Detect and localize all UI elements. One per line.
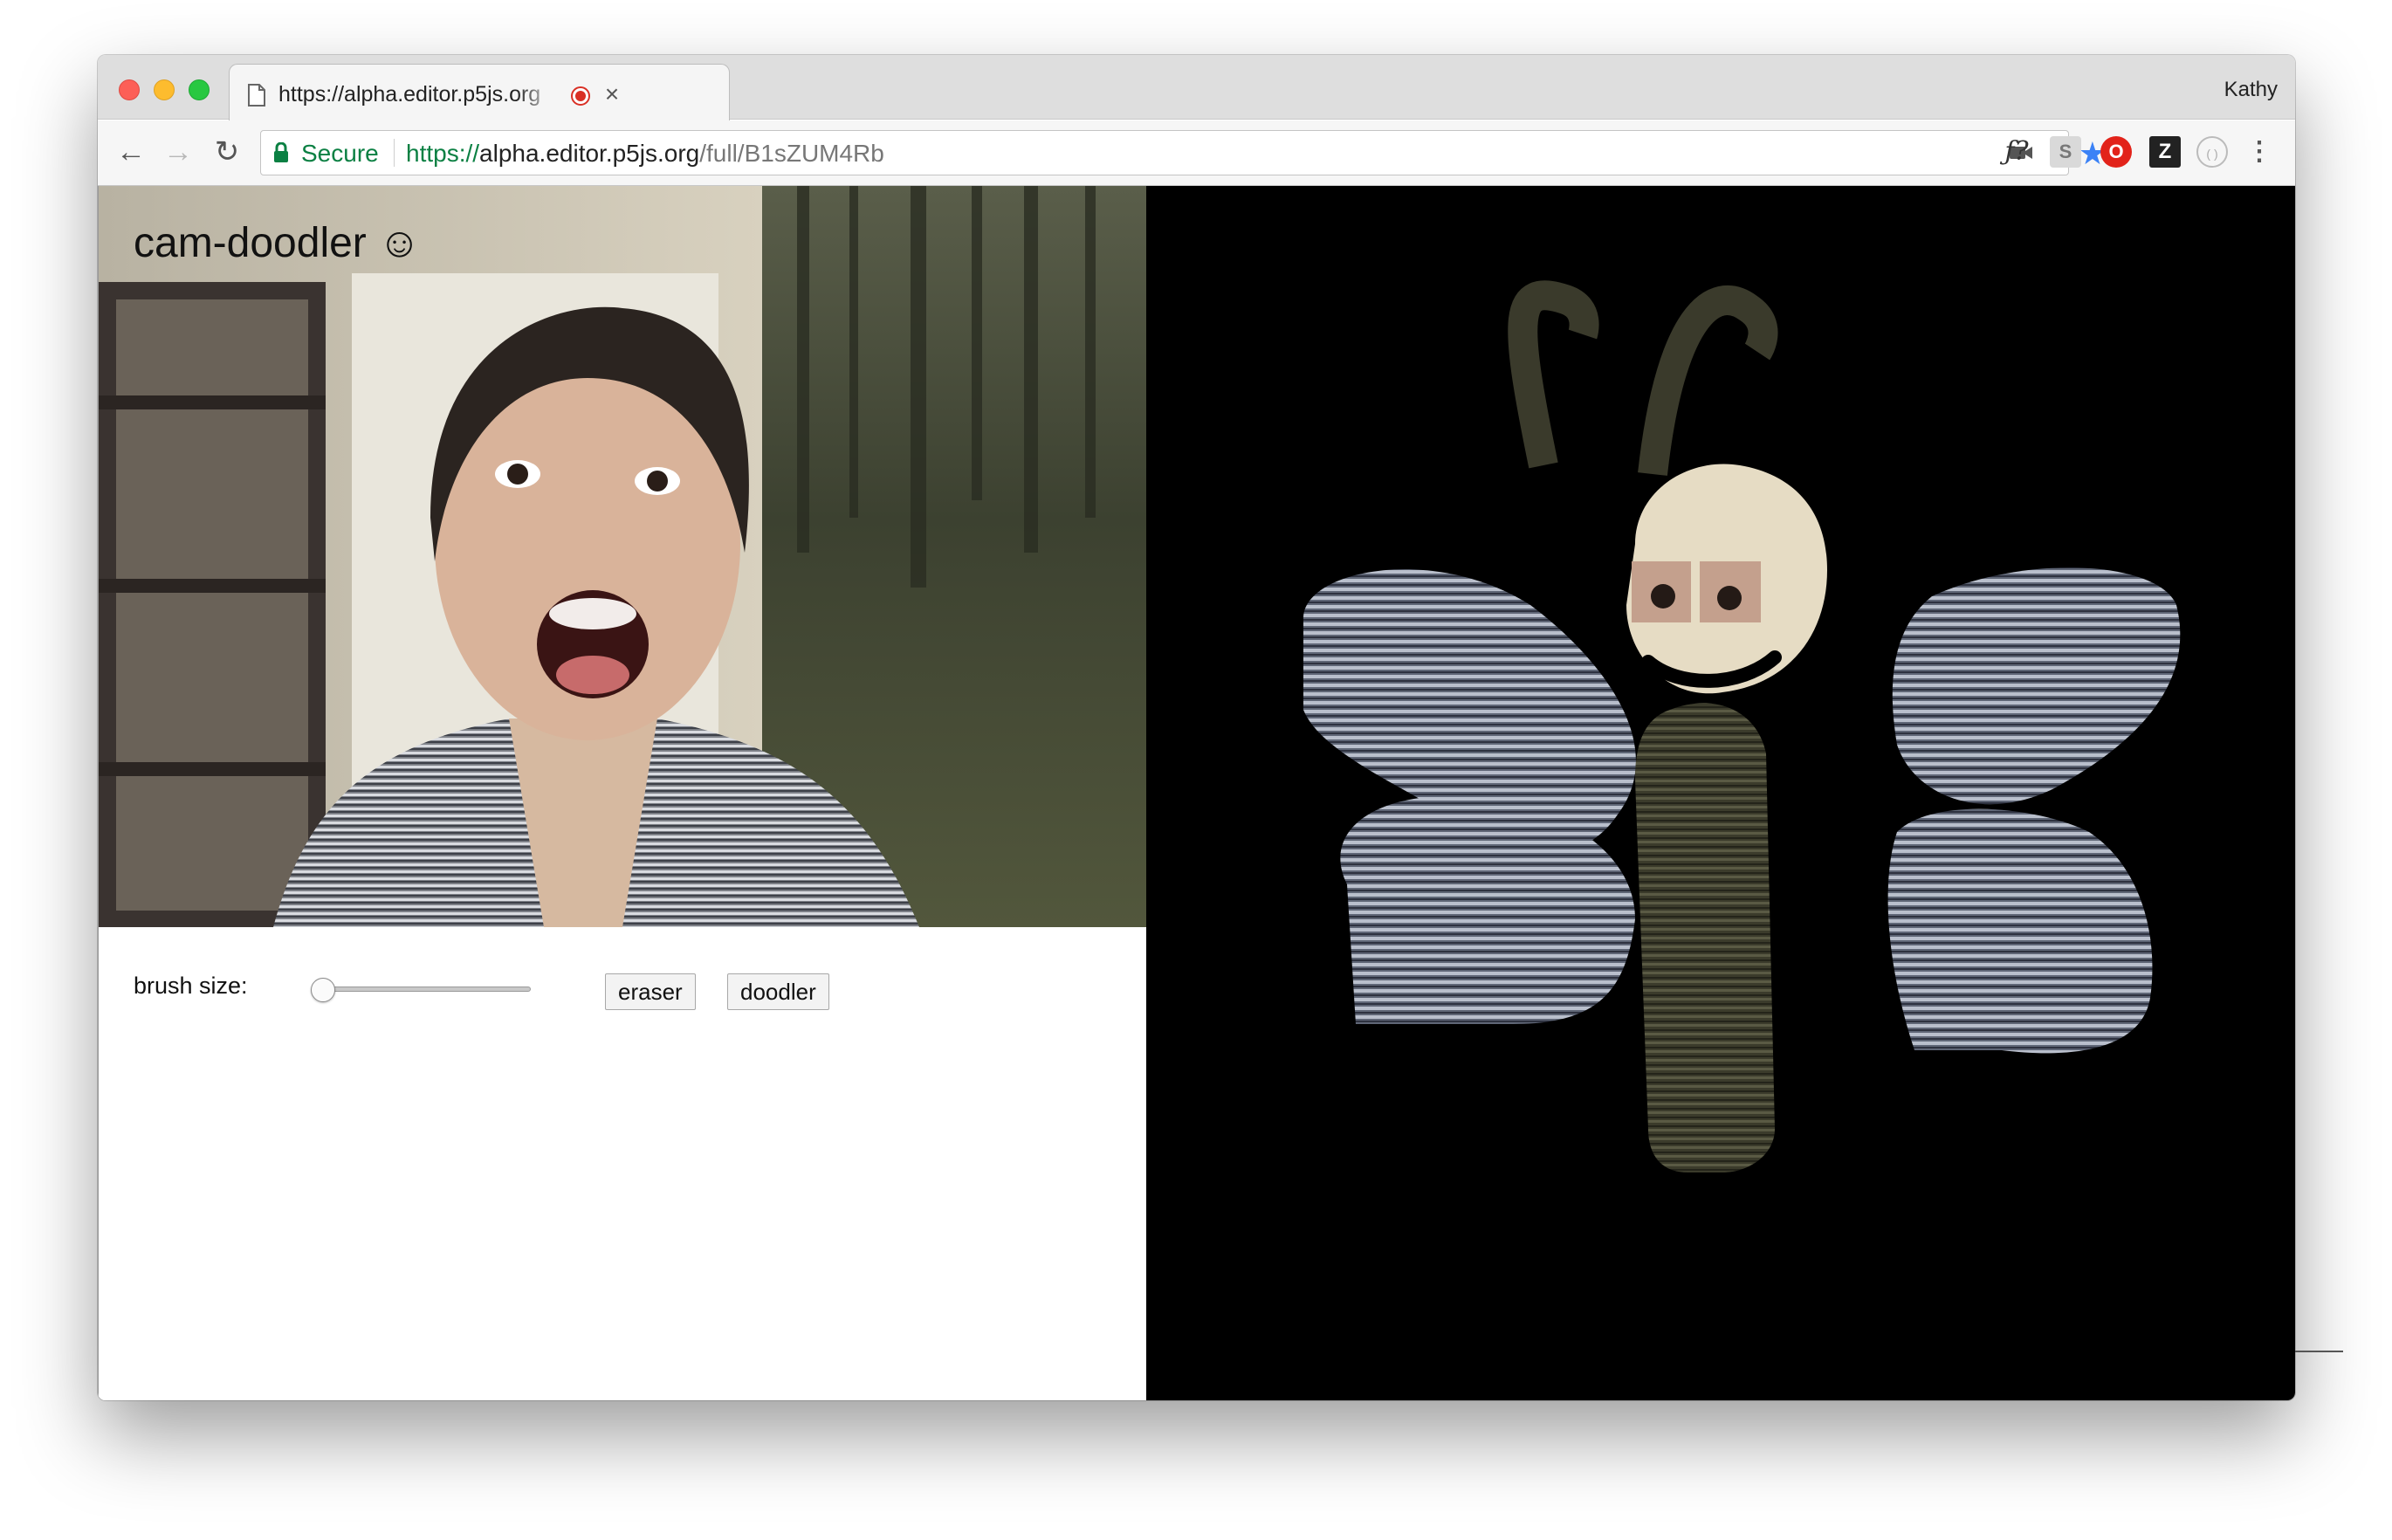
browser-toolbar: ← → ↻ Secure https://alpha.editor.p5js.o…: [98, 120, 2295, 186]
back-arrow-icon[interactable]: ←: [112, 133, 150, 171]
close-icon[interactable]: ×: [601, 80, 622, 107]
recording-icon: [571, 86, 590, 106]
url-host: alpha.editor.p5js.org: [479, 140, 700, 167]
browser-window: https://alpha.editor.p5js.org × Kathy ← …: [98, 55, 2295, 1400]
doodler-button[interactable]: doodler: [727, 973, 829, 1010]
webcam-image: [99, 186, 1147, 927]
secure-label: Secure: [301, 140, 379, 167]
url-path: /full/B1sZUM4Rb: [699, 140, 884, 167]
left-pane: cam-doodler ☺ brush size: eraser doodler: [98, 186, 1147, 1400]
close-window-button[interactable]: [119, 79, 140, 100]
eraser-button[interactable]: eraser: [605, 973, 696, 1010]
page-icon: [248, 84, 265, 107]
circle-extension-icon[interactable]: ( ): [2196, 136, 2228, 168]
slider-thumb[interactable]: [311, 978, 335, 1002]
tab-active[interactable]: https://alpha.editor.p5js.org ×: [229, 64, 730, 120]
brush-size-label: brush size:: [134, 973, 248, 999]
webcam-feed: cam-doodler ☺: [99, 186, 1147, 927]
lock-icon: [274, 142, 288, 162]
reload-icon[interactable]: ↻: [208, 133, 246, 171]
doodle-canvas[interactable]: [1146, 186, 2295, 1400]
z-extension-icon[interactable]: Z: [2149, 136, 2181, 168]
profile-name[interactable]: Kathy: [2224, 78, 2278, 102]
brush-size-slider[interactable]: [311, 976, 538, 1004]
controls-panel: brush size: eraser doodler: [99, 927, 1147, 1400]
minimize-window-button[interactable]: [154, 79, 175, 100]
slider-track: [318, 987, 531, 992]
tab-strip: https://alpha.editor.p5js.org × Kathy: [98, 55, 2295, 120]
address-bar[interactable]: Secure https://alpha.editor.p5js.org/ful…: [260, 130, 2107, 175]
url-text[interactable]: https://alpha.editor.p5js.org/full/B1sZU…: [406, 140, 884, 168]
url-scheme: https://: [406, 140, 480, 167]
butterfly-doodle: [1303, 280, 2181, 1172]
url-separator: [394, 139, 395, 167]
menu-icon[interactable]: ⋮: [2244, 136, 2275, 168]
zoom-window-button[interactable]: [189, 79, 210, 100]
page-content: cam-doodler ☺ brush size: eraser doodler: [98, 186, 2295, 1400]
forward-arrow-icon[interactable]: →: [159, 133, 197, 171]
s-extension-icon[interactable]: S: [2050, 136, 2081, 168]
tab-title: https://alpha.editor.p5js.org: [278, 82, 541, 107]
app-title: cam-doodler ☺: [134, 220, 422, 266]
divider-line: [2295, 1351, 2343, 1352]
f-question-icon[interactable]: ƒ?: [2001, 136, 2032, 168]
opera-icon[interactable]: O: [2100, 136, 2132, 168]
